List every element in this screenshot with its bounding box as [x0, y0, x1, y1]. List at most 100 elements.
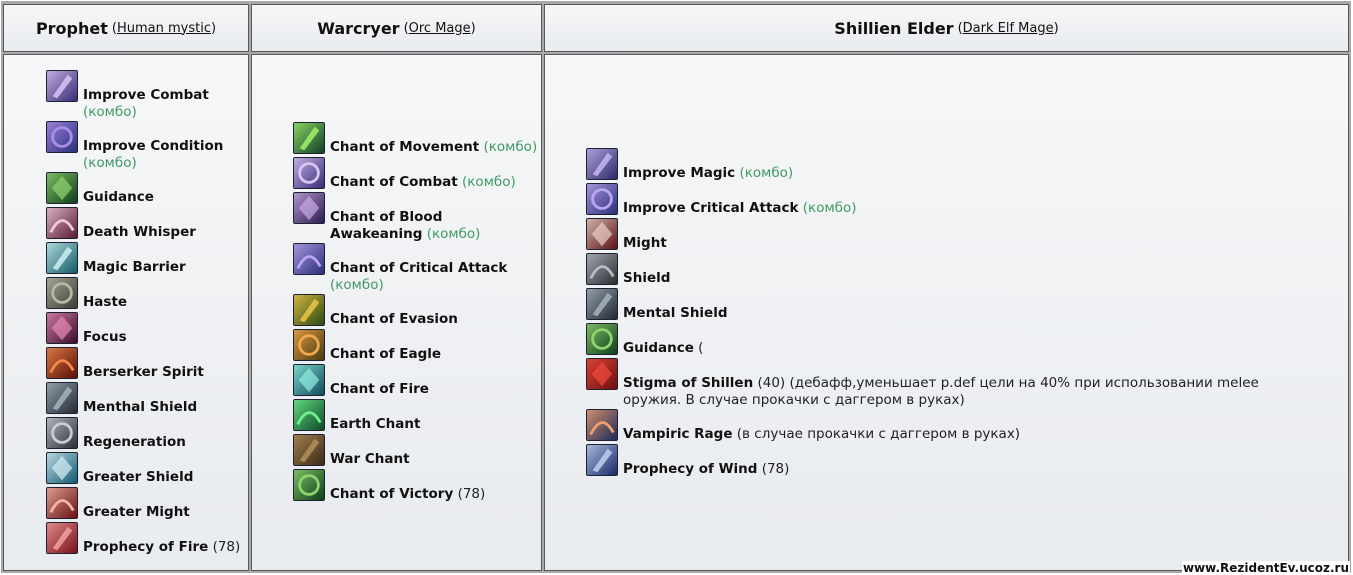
- skill-name: Prophecy of Fire: [83, 539, 209, 555]
- skill-note: (78): [757, 461, 790, 477]
- combo-note: (комбо): [330, 277, 384, 293]
- skill-item: Guidance: [46, 172, 244, 207]
- skill-name: Mental Shield: [623, 305, 728, 321]
- focus-icon: [46, 312, 78, 344]
- vampiric-rage-icon: [586, 409, 618, 441]
- menthal-shield-icon: [46, 382, 78, 414]
- death-whisper-icon: [46, 207, 78, 239]
- chant-of-victory-icon: [293, 469, 325, 501]
- regeneration-icon: [46, 417, 78, 449]
- chant-of-eagle-icon: [293, 329, 325, 361]
- skill-name: Chant of Movement: [330, 139, 480, 155]
- chant-of-movement-icon: [293, 122, 325, 154]
- skill-item: Chant of Fire: [293, 364, 539, 399]
- chant-of-combat-icon: [293, 157, 325, 189]
- chant-of-blood-awakening-icon: [293, 192, 325, 224]
- mental-shield-icon: [586, 288, 618, 320]
- skill-note: (78): [208, 539, 241, 555]
- skill-item: Greater Shield: [46, 452, 244, 487]
- improve-combat-icon: [46, 70, 78, 102]
- skills-table: Prophet (Human mystic) Warcryer (Orc Mag…: [1, 1, 1351, 573]
- skill-item: Guidance (: [586, 323, 1316, 358]
- prophecy-of-wind-icon: [586, 444, 618, 476]
- skill-name: Chant of Evasion: [330, 311, 458, 327]
- skill-name: Haste: [83, 294, 128, 310]
- combo-note: (комбо): [422, 226, 481, 242]
- skill-item: Magic Barrier: [46, 242, 244, 277]
- skill-item: Earth Chant: [293, 399, 539, 434]
- greater-shield-icon: [46, 452, 78, 484]
- skill-name: Regeneration: [83, 434, 186, 450]
- guidance-icon: [46, 172, 78, 204]
- watermark: www.RezidentEv.ucoz.ru: [1181, 561, 1350, 575]
- shield-icon: [586, 253, 618, 285]
- column-title: Shillien Elder: [834, 18, 954, 38]
- skill-name: Shield: [623, 270, 671, 286]
- class-link-dark-elf-mage[interactable]: Dark Elf Mage: [963, 21, 1054, 36]
- combo-note: (комбо): [798, 200, 857, 216]
- skill-item: Improve Condition (комбо): [46, 121, 244, 172]
- header-shillien-elder: Shillien Elder (Dark Elf Mage): [544, 4, 1349, 52]
- body-shillien-elder: Improve Magic (комбо) Improve Critical At…: [544, 54, 1349, 571]
- skill-name: Improve Condition: [83, 138, 224, 154]
- skill-name: Might: [623, 235, 667, 251]
- skill-item: Vampiric Rage (в случае прокачки с дагге…: [586, 409, 1316, 444]
- class-link-orc-mage[interactable]: Orc Mage: [409, 21, 471, 36]
- prophecy-of-fire-icon: [46, 522, 78, 554]
- skill-name: Improve Combat: [83, 87, 209, 103]
- skill-item: Greater Might: [46, 487, 244, 522]
- skill-item: Chant of Eagle: [293, 329, 539, 364]
- skill-name: Chant of Victory: [330, 486, 454, 502]
- combo-note: (комбо): [735, 165, 794, 181]
- skill-name: Earth Chant: [330, 416, 421, 432]
- skill-item: Prophecy of Wind (78): [586, 444, 1316, 479]
- skill-item: Haste: [46, 277, 244, 312]
- skill-item: Chant of Blood Awakeaning (комбо): [293, 192, 539, 243]
- skill-name: Improve Critical Attack: [623, 200, 799, 216]
- column-title: Prophet: [35, 18, 108, 38]
- skill-item: Chant of Combat (комбо): [293, 157, 539, 192]
- skill-name: Stigma of Shillen: [623, 375, 754, 391]
- skill-item: Prophecy of Fire (78): [46, 522, 244, 557]
- skill-name: Guidance: [623, 340, 694, 356]
- skill-name: Chant of Eagle: [330, 346, 442, 362]
- skill-note: (78): [453, 486, 486, 502]
- skill-name: Chant of Critical Attack: [330, 260, 508, 276]
- combo-note: (комбо): [83, 155, 137, 171]
- berserker-spirit-icon: [46, 347, 78, 379]
- skill-list-warcryer: Chant of Movement (комбо) Chant of Combat…: [293, 122, 539, 504]
- skill-name: Greater Shield: [83, 469, 194, 485]
- header-warcryer: Warcryer (Orc Mage): [251, 4, 542, 52]
- skill-item: Shield: [586, 253, 1316, 288]
- skill-item: War Chant: [293, 434, 539, 469]
- magic-barrier-icon: [46, 242, 78, 274]
- war-chant-icon: [293, 434, 325, 466]
- skill-note: (в случае прокачки с даггером в руках): [732, 426, 1021, 442]
- skill-item: Might: [586, 218, 1316, 253]
- column-title: Warcryer: [317, 18, 400, 38]
- improve-condition-icon: [46, 121, 78, 153]
- body-warcryer: Chant of Movement (комбо) Chant of Combat…: [251, 54, 542, 571]
- header-prophet: Prophet (Human mystic): [3, 4, 249, 52]
- skill-item: Regeneration: [46, 417, 244, 452]
- skill-name: Chant of Combat: [330, 174, 458, 190]
- skill-item: Improve Magic (комбо): [586, 148, 1316, 183]
- skill-name: Menthal Shield: [83, 399, 198, 415]
- stigma-of-shillen-icon: [586, 358, 618, 390]
- body-prophet: Improve Combat (комбо) Improve Condition …: [3, 54, 249, 571]
- skill-name: Death Whisper: [83, 224, 196, 240]
- skill-name: Greater Might: [83, 504, 190, 520]
- skill-list-shillien-elder: Improve Magic (комбо) Improve Critical At…: [586, 148, 1316, 479]
- skill-item: Chant of Movement (комбо): [293, 122, 539, 157]
- combo-note: (комбо): [83, 104, 137, 120]
- skill-item: Berserker Spirit: [46, 347, 244, 382]
- chant-of-fire-icon: [293, 364, 325, 396]
- earth-chant-icon: [293, 399, 325, 431]
- skill-name: Guidance: [83, 189, 154, 205]
- combo-note: (комбо): [457, 174, 516, 190]
- skill-name: Focus: [83, 329, 127, 345]
- class-link-human-mystic[interactable]: Human mystic: [117, 21, 211, 36]
- guidance-icon: [586, 323, 618, 355]
- improve-magic-icon: [586, 148, 618, 180]
- might-icon: [586, 218, 618, 250]
